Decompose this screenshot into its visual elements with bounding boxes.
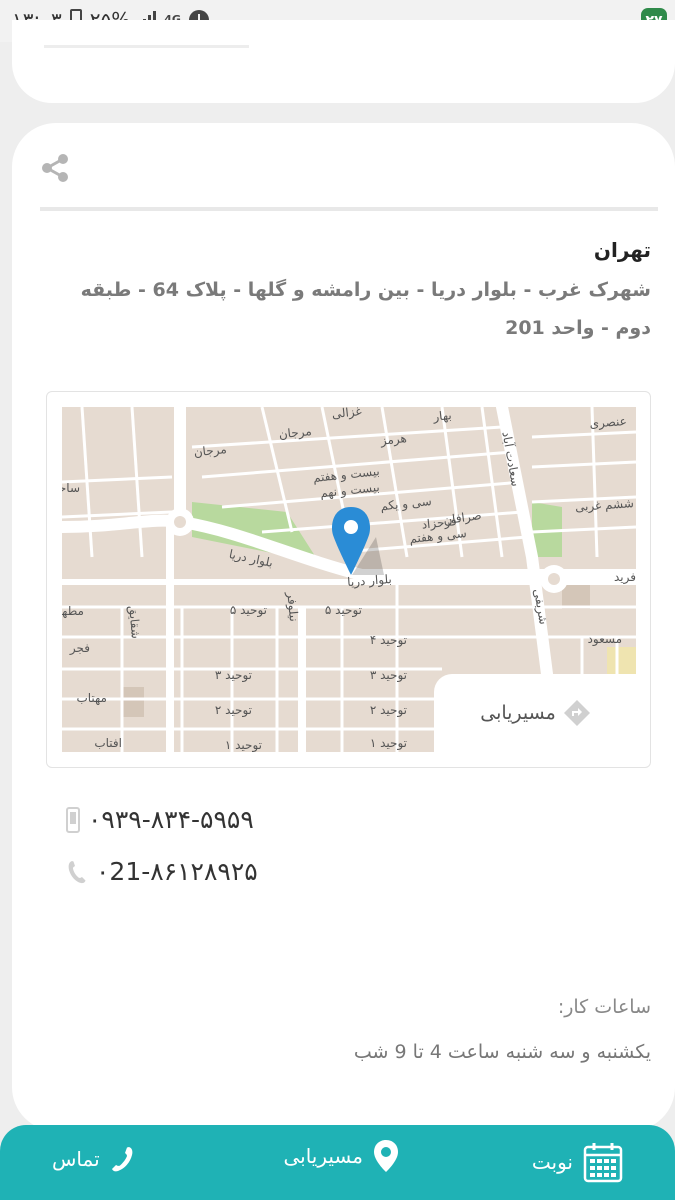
- mobile-phone-icon: [66, 806, 80, 833]
- map-street-label: توحید ۵: [325, 603, 362, 618]
- share-icon[interactable]: [38, 151, 72, 185]
- directions-icon: [563, 700, 590, 726]
- working-hours-value: یکشنبه و سه شنبه ساعت 4 تا 9 شب: [353, 1041, 651, 1063]
- phone-icon: [111, 1147, 133, 1172]
- map-street-label: مطهری: [62, 604, 84, 619]
- phone-row[interactable]: ۰21-۸۶۱۲۸۹۲۵: [66, 857, 258, 886]
- map-street-label: توحید ۳: [370, 668, 407, 683]
- map-street-label: افتاب: [94, 736, 122, 750]
- address-card: تهران شهرک غرب - بلوار دریا - بین رامشه …: [12, 123, 675, 1131]
- address-block: تهران شهرک غرب - بلوار دریا - بین رامشه …: [51, 233, 651, 347]
- map-street-label: توحید ۳: [215, 668, 252, 683]
- map-routing-button[interactable]: مسیریابی: [434, 674, 636, 752]
- map-street-label: توحید ۴: [370, 633, 407, 648]
- nav-contact-label: تماس: [52, 1147, 100, 1171]
- nav-routing[interactable]: مسیریابی: [283, 1139, 399, 1173]
- nav-contact[interactable]: تماس: [52, 1145, 136, 1173]
- map-street-label: توحید ۲: [215, 703, 252, 718]
- location-pin-icon: [374, 1140, 398, 1172]
- bottom-nav: نوبت مسیریابی تماس: [0, 1125, 675, 1200]
- map-street-label: توحید ۱: [225, 738, 262, 752]
- calendar-icon: [583, 1143, 623, 1183]
- telephone-icon: [68, 860, 86, 883]
- map-street-label: فجر: [69, 641, 90, 656]
- address-line: شهرک غرب - بلوار دریا - بین رامشه و گلها…: [80, 279, 651, 339]
- map-street-label: مسعود: [588, 632, 622, 647]
- map-container: بلوار دریا بلوار دریا توحید ۵ توحید ۵ تو…: [46, 391, 651, 768]
- mobile-number[interactable]: ۰۹۳۹-۸۳۴-۵۹۵۹: [88, 805, 254, 834]
- working-hours-label: ساعات کار:: [557, 996, 651, 1018]
- card-divider: [40, 207, 658, 211]
- previous-card: [12, 20, 675, 103]
- map-street-label: ساحل: [62, 481, 80, 495]
- phone-number[interactable]: ۰21-۸۶۱۲۸۹۲۵: [96, 857, 258, 886]
- map-street-label: توحید ۱: [370, 736, 407, 751]
- map-street-label: توحید ۲: [370, 703, 407, 718]
- nav-routing-label: مسیریابی: [283, 1144, 363, 1168]
- nav-appointment-label: نوبت: [531, 1150, 573, 1174]
- mobile-row[interactable]: ۰۹۳۹-۸۳۴-۵۹۵۹: [66, 805, 254, 834]
- map[interactable]: بلوار دریا بلوار دریا توحید ۵ توحید ۵ تو…: [62, 407, 636, 752]
- map-street-label: مهتاب: [76, 691, 107, 705]
- map-routing-label: مسیریابی: [480, 702, 556, 724]
- previous-card-divider: [44, 45, 249, 48]
- map-street-label: توحید ۵: [230, 603, 267, 618]
- address-city: تهران: [593, 238, 651, 262]
- map-street-label: فرید: [614, 570, 636, 585]
- nav-appointment[interactable]: نوبت: [532, 1141, 623, 1183]
